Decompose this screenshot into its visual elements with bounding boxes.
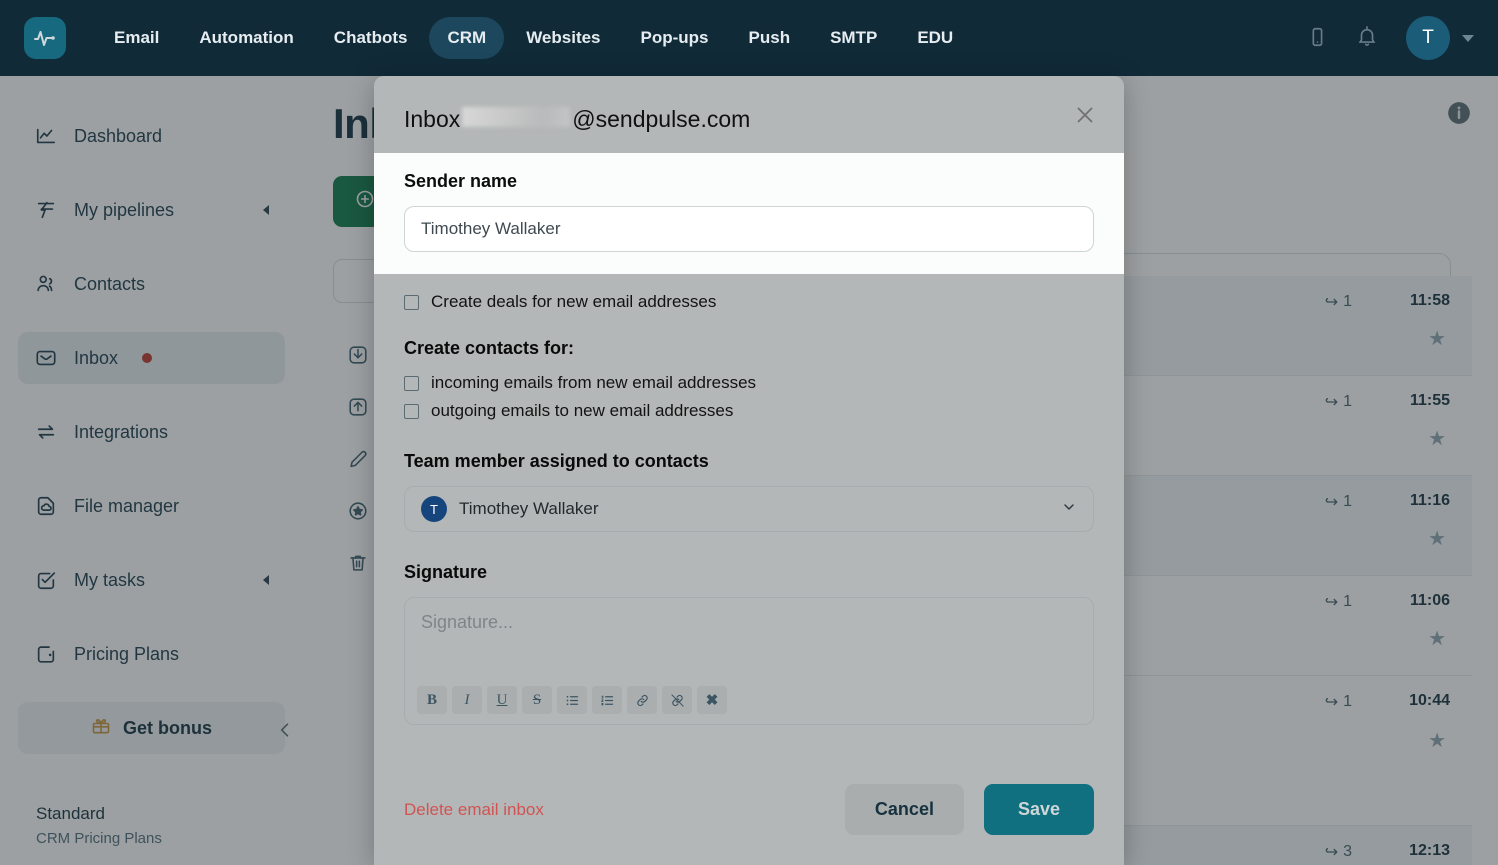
numbered-list-icon[interactable] bbox=[592, 686, 622, 714]
modal-body: Create deals for new email addresses Cre… bbox=[374, 274, 1124, 764]
nav-item-push[interactable]: Push bbox=[731, 17, 809, 59]
nav-item-automation[interactable]: Automation bbox=[181, 17, 311, 59]
incoming-emails-row[interactable]: incoming emails from new email addresses bbox=[404, 373, 1094, 393]
clear-formatting-icon[interactable]: ✖ bbox=[697, 686, 727, 714]
link-icon[interactable] bbox=[627, 686, 657, 714]
team-member-label: Team member assigned to contacts bbox=[404, 451, 709, 471]
incoming-emails-label: incoming emails from new email addresses bbox=[431, 373, 757, 392]
chevron-down-icon[interactable] bbox=[1462, 34, 1474, 42]
underline-icon[interactable]: U bbox=[487, 686, 517, 714]
nav-item-crm[interactable]: CRM bbox=[429, 17, 505, 59]
app-root: Email Automation Chatbots CRM Websites P… bbox=[0, 0, 1498, 865]
nav-item-websites[interactable]: Websites bbox=[508, 17, 618, 59]
sender-name-label: Sender name bbox=[404, 171, 518, 191]
team-member-value: Timothey Wallaker bbox=[459, 499, 599, 518]
italic-icon[interactable]: I bbox=[452, 686, 482, 714]
nav-item-chatbots[interactable]: Chatbots bbox=[316, 17, 426, 59]
avatar: T bbox=[421, 496, 447, 522]
unlink-icon[interactable] bbox=[662, 686, 692, 714]
modal-footer: Delete email inbox Cancel Save bbox=[374, 764, 1124, 865]
cancel-button[interactable]: Cancel bbox=[844, 784, 964, 835]
nav-item-edu[interactable]: EDU bbox=[899, 17, 971, 59]
chevron-down-icon[interactable] bbox=[1061, 499, 1077, 519]
create-contacts-heading: Create contacts for: bbox=[404, 338, 575, 358]
mobile-icon[interactable] bbox=[1306, 26, 1330, 50]
sender-name-section: Sender name bbox=[374, 153, 1124, 274]
nav-item-email[interactable]: Email bbox=[96, 17, 177, 59]
bold-icon[interactable]: B bbox=[417, 686, 447, 714]
nav-items: Email Automation Chatbots CRM Websites P… bbox=[96, 17, 971, 59]
email-inbox-settings-modal: Inbox @sendpulse.com Sender name Create … bbox=[374, 76, 1124, 865]
bullet-list-icon[interactable] bbox=[557, 686, 587, 714]
signature-editor[interactable]: Signature... B I U S ✖ bbox=[404, 597, 1094, 725]
footer-actions: Cancel Save bbox=[844, 784, 1094, 835]
team-member-select[interactable]: T Timothey Wallaker bbox=[404, 486, 1094, 532]
bell-icon[interactable] bbox=[1356, 26, 1380, 50]
signature-placeholder: Signature... bbox=[421, 612, 514, 632]
create-deals-label: Create deals for new email addresses bbox=[431, 292, 717, 311]
user-avatar[interactable]: T bbox=[1406, 16, 1450, 60]
incoming-emails-checkbox[interactable] bbox=[404, 375, 419, 391]
outgoing-emails-checkbox[interactable] bbox=[404, 403, 419, 419]
nav-right-group: T bbox=[1306, 16, 1474, 60]
nav-item-smtp[interactable]: SMTP bbox=[812, 17, 895, 59]
signature-toolbar: B I U S ✖ bbox=[417, 686, 727, 714]
redacted-email-local-part bbox=[462, 107, 571, 127]
top-navigation: Email Automation Chatbots CRM Websites P… bbox=[0, 0, 1498, 76]
create-deals-checkbox[interactable] bbox=[404, 294, 419, 310]
strikethrough-icon[interactable]: S bbox=[522, 686, 552, 714]
outgoing-emails-label: outgoing emails to new email addresses bbox=[431, 401, 734, 420]
team-member-select-wrap: T Timothey Wallaker bbox=[404, 486, 1094, 532]
signature-label: Signature bbox=[404, 562, 488, 582]
close-icon[interactable] bbox=[1072, 102, 1098, 128]
modal-title: Inbox @sendpulse.com bbox=[404, 106, 750, 133]
delete-email-inbox-link[interactable]: Delete email inbox bbox=[404, 800, 544, 820]
pulse-logo-icon[interactable] bbox=[24, 17, 66, 59]
sender-name-input[interactable] bbox=[404, 206, 1094, 252]
nav-item-popups[interactable]: Pop-ups bbox=[623, 17, 727, 59]
modal-title-prefix: Inbox bbox=[404, 106, 461, 132]
create-deals-row[interactable]: Create deals for new email addresses bbox=[404, 292, 1094, 312]
modal-title-domain: @sendpulse.com bbox=[572, 106, 751, 132]
outgoing-emails-row[interactable]: outgoing emails to new email addresses bbox=[404, 401, 1094, 421]
save-button[interactable]: Save bbox=[983, 784, 1094, 835]
modal-header: Inbox @sendpulse.com bbox=[374, 76, 1124, 153]
